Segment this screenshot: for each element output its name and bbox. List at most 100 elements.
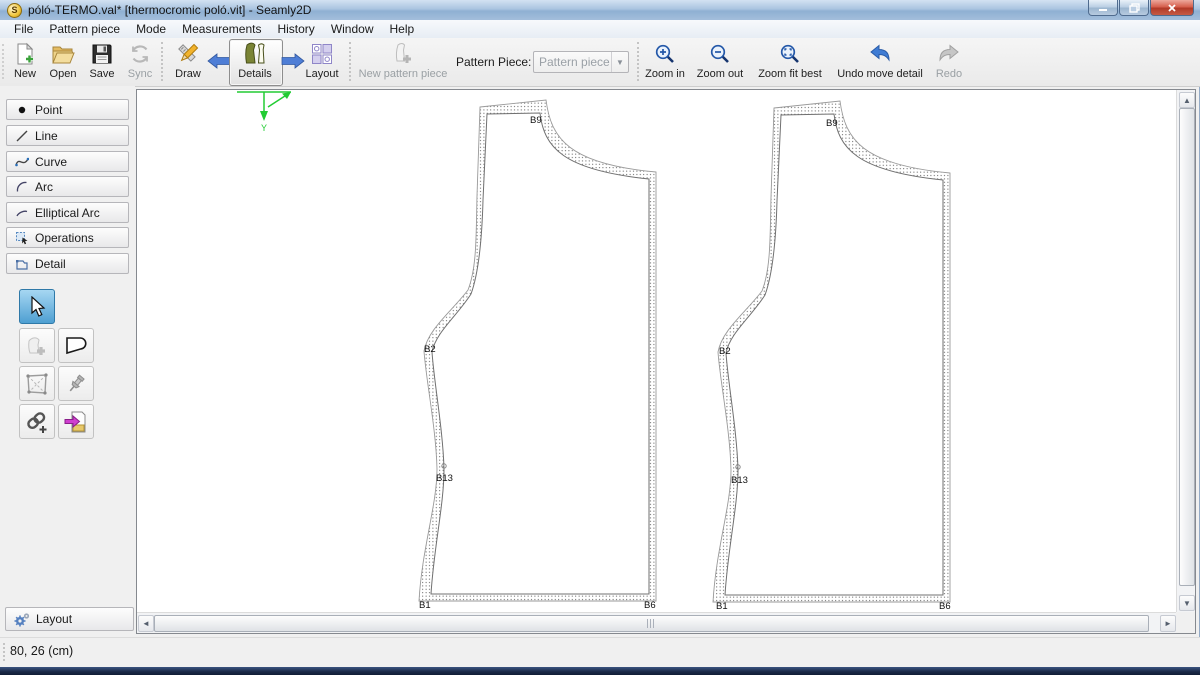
toolbar-separator (161, 42, 163, 81)
pattern-piece-select[interactable]: Pattern piece 2 ▼ (533, 51, 629, 73)
new-icon (13, 40, 37, 67)
pin-tool-button[interactable] (58, 366, 94, 401)
horizontal-scrollbar[interactable]: ◄ ► (137, 612, 1176, 633)
menu-file[interactable]: File (6, 21, 41, 37)
menu-pattern-piece[interactable]: Pattern piece (41, 21, 128, 37)
menu-mode[interactable]: Mode (128, 21, 174, 37)
origin-axis (237, 92, 291, 121)
scroll-left-button[interactable]: ◄ (138, 615, 154, 632)
menu-bar: File Pattern piece Mode Measurements His… (0, 20, 1200, 38)
export-icon (63, 409, 89, 435)
menu-measurements[interactable]: Measurements (174, 21, 269, 37)
undo-icon (868, 40, 892, 67)
zoom-out-icon (709, 40, 731, 67)
open-icon (51, 40, 75, 67)
pattern-piece-value: Pattern piece 2 (534, 55, 611, 69)
app-icon: S (7, 3, 22, 18)
pattern-piece-label: Pattern Piece: (456, 55, 531, 69)
seam-allowance-tool-button[interactable] (58, 328, 94, 363)
piece-point-label: B1 (716, 601, 728, 612)
union-chain-icon (24, 409, 50, 435)
gears-icon (14, 612, 30, 627)
drawing-area: Y B9 B2 B13 B1 B6 B9 B2 (136, 89, 1196, 634)
redo-button[interactable]: Redo (930, 40, 968, 83)
piece-point-label: B13 (436, 473, 453, 484)
save-icon (91, 40, 113, 67)
piece-point-label: B1 (419, 600, 431, 611)
close-button[interactable] (1150, 0, 1194, 16)
piece-point-label: B6 (939, 601, 951, 612)
pattern-canvas[interactable]: Y B9 B2 B13 B1 B6 B9 B2 (137, 90, 1176, 612)
operations-icon (14, 231, 30, 245)
sidebar-group-arc[interactable]: Arc (6, 176, 129, 197)
sidebar-group-detail[interactable]: Detail (6, 253, 129, 274)
piece-point-label: B2 (424, 344, 436, 355)
menu-window[interactable]: Window (323, 21, 382, 37)
new-button[interactable]: New (6, 40, 44, 83)
draw-icon (175, 40, 201, 67)
minimize-button[interactable] (1088, 0, 1118, 16)
close-icon (1167, 3, 1177, 13)
curve-icon (14, 155, 30, 169)
pattern-piece-1[interactable] (419, 100, 656, 601)
point-icon (14, 103, 30, 117)
vertical-scroll-thumb[interactable] (1179, 108, 1195, 586)
pushpin-icon (64, 372, 88, 396)
statusbar-grip (3, 643, 5, 661)
sidebar-group-curve[interactable]: Curve (6, 151, 129, 172)
sidebar-group-line[interactable]: Line (6, 125, 129, 146)
menu-history[interactable]: History (269, 21, 322, 37)
union-tool-button[interactable] (19, 404, 55, 439)
add-detail-tool-button[interactable] (19, 328, 55, 363)
elliptical-arc-icon (14, 206, 30, 220)
window-title: póló-TERMO.val* [thermocromic poló.vit] … (28, 3, 311, 17)
piece-point-label: B6 (644, 600, 656, 611)
detail-icon (14, 257, 30, 271)
internal-path-icon (24, 371, 50, 397)
scroll-down-button[interactable]: ▼ (1179, 595, 1195, 611)
sidebar-group-elliptical-arc[interactable]: Elliptical Arc (6, 202, 129, 223)
new-pattern-piece-button[interactable]: New pattern piece (352, 40, 454, 83)
mode-layout-button[interactable]: Layout (299, 40, 345, 83)
scrollbar-corner (1176, 612, 1195, 633)
pointer-arrow-icon (27, 296, 47, 318)
menu-help[interactable]: Help (382, 21, 423, 37)
sync-icon (129, 40, 151, 67)
horizontal-scroll-thumb[interactable] (154, 615, 1149, 632)
tool-sidebar: Point Line Curve Arc Elliptical Arc Oper… (0, 86, 135, 637)
piece-point-label: B2 (719, 346, 731, 357)
mode-draw-button[interactable]: Draw (167, 40, 209, 83)
toolbar: New Open Save (0, 38, 1200, 87)
taskbar-edge (0, 667, 1200, 675)
mode-details-button[interactable]: Details (231, 40, 279, 83)
scroll-up-button[interactable]: ▲ (1179, 92, 1195, 108)
details-icon (243, 40, 267, 67)
maximize-button[interactable] (1119, 0, 1149, 16)
scroll-right-button[interactable]: ► (1160, 615, 1176, 632)
internal-path-tool-button[interactable] (19, 366, 55, 401)
mode-arrow-left-icon (207, 53, 231, 69)
piece-point-label: B9 (826, 118, 838, 129)
toolbar-handle (2, 44, 4, 79)
zoom-fit-best-button[interactable]: Zoom fit best (756, 40, 824, 83)
layout-icon (310, 40, 334, 67)
undo-move-detail-button[interactable]: Undo move detail (832, 40, 928, 83)
title-bar: S póló-TERMO.val* [thermocromic poló.vit… (0, 0, 1200, 21)
new-detail-icon (25, 334, 49, 358)
sync-button[interactable]: Sync (121, 40, 159, 83)
save-button[interactable]: Save (83, 40, 121, 83)
sidebar-layout-button[interactable]: Layout (5, 607, 134, 631)
sidebar-group-point[interactable]: Point (6, 99, 129, 120)
export-detail-tool-button[interactable] (58, 404, 94, 439)
toolbar-separator (637, 42, 639, 81)
select-tool-button[interactable] (19, 289, 55, 324)
open-button[interactable]: Open (43, 40, 83, 83)
arc-icon (14, 180, 30, 194)
zoom-in-icon (654, 40, 676, 67)
pattern-piece-2[interactable] (713, 101, 950, 602)
zoom-in-button[interactable]: Zoom in (642, 40, 688, 83)
vertical-scrollbar[interactable]: ▲ ▼ (1176, 90, 1195, 612)
zoom-out-button[interactable]: Zoom out (694, 40, 746, 83)
piece-path-icon (63, 334, 89, 358)
sidebar-group-operations[interactable]: Operations (6, 227, 129, 248)
